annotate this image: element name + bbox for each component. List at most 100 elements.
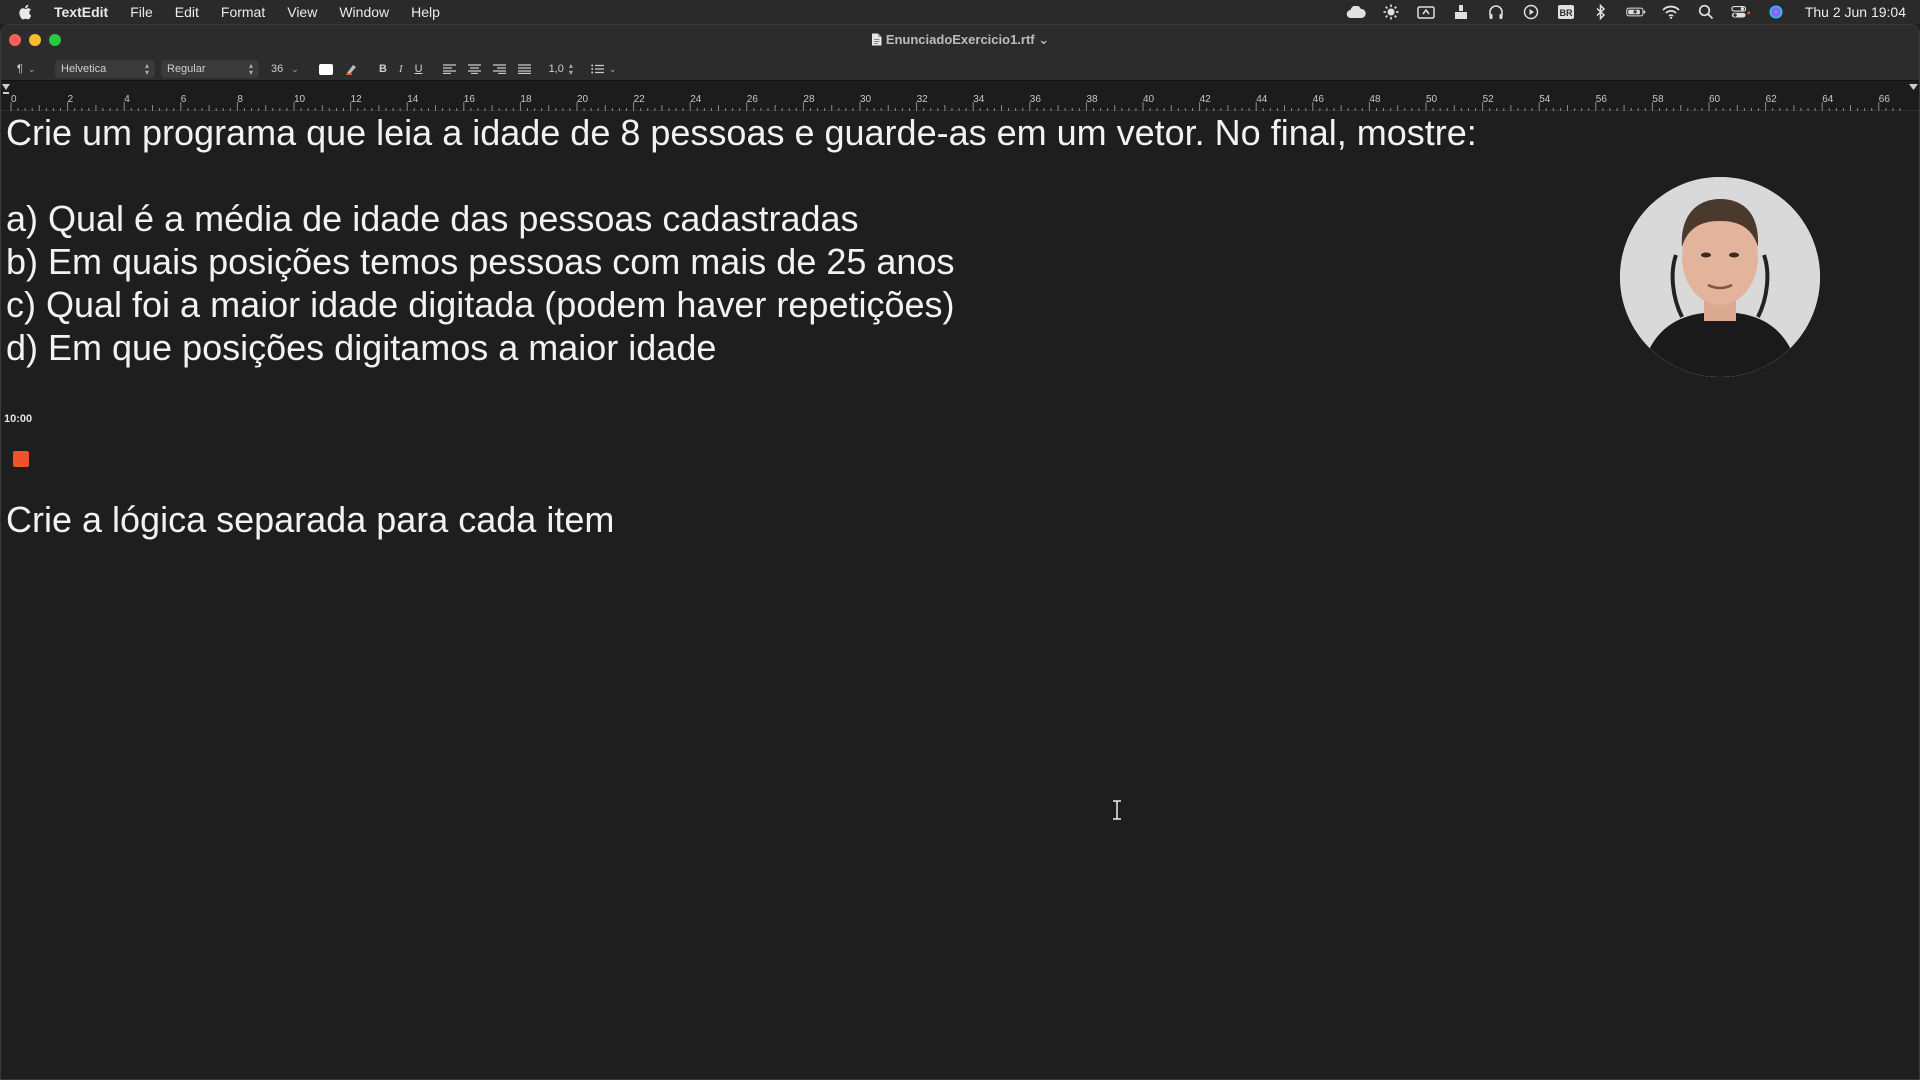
font-style-popup[interactable]: Regular ▴ ▾ (161, 60, 259, 78)
align-center-button[interactable] (462, 60, 487, 78)
chevron-down-icon: ⌄ (608, 63, 617, 74)
headphones-icon[interactable] (1486, 4, 1506, 20)
play-icon[interactable] (1521, 4, 1541, 20)
ruler-label: 26 (747, 94, 759, 105)
ruler-label: 24 (690, 94, 702, 105)
search-icon[interactable] (1696, 4, 1716, 20)
webcam-overlay (1620, 177, 1820, 377)
screen-share-icon[interactable] (1416, 4, 1436, 20)
text-color-swatch (319, 63, 333, 75)
align-right-button[interactable] (487, 60, 512, 78)
siri-icon[interactable] (1766, 4, 1786, 20)
bold-button[interactable]: B (373, 60, 393, 78)
textedit-window: EnunciadoExercicio1.rtf ⌄ ¶ ⌄ Helvetica … (0, 24, 1920, 1080)
statement-line: Crie um programa que leia a idade de 8 p… (6, 112, 1477, 153)
document-area[interactable]: Crie um programa que leia a idade de 8 p… (1, 112, 1919, 1079)
highlighter-icon (346, 65, 356, 75)
first-line-indent-marker-icon[interactable] (3, 92, 9, 94)
ruler-label: 48 (1369, 94, 1381, 105)
paragraph-style-label: ¶ (17, 63, 23, 75)
list-icon (591, 64, 604, 74)
ruler-label: 56 (1596, 94, 1608, 105)
menu-file[interactable]: File (119, 0, 164, 24)
ruler-label: 54 (1539, 94, 1551, 105)
ruler-label: 42 (1200, 94, 1212, 105)
ruler-label: 22 (634, 94, 646, 105)
ruler-label: 4 (124, 94, 130, 105)
ruler-label: 44 (1256, 94, 1268, 105)
justify-button[interactable] (512, 60, 537, 78)
ruler-label: 16 (464, 94, 476, 105)
text-cursor-icon (1111, 800, 1123, 825)
ruler-label: 6 (181, 94, 187, 105)
window-title[interactable]: EnunciadoExercicio1.rtf ⌄ (1, 32, 1919, 49)
align-left-icon (442, 64, 456, 74)
battery-icon[interactable] (1626, 4, 1646, 20)
ruler-label: 40 (1143, 94, 1155, 105)
ruler-label: 28 (803, 94, 815, 105)
align-center-icon (467, 64, 481, 74)
right-indent-marker-icon[interactable] (1909, 84, 1918, 90)
menu-format[interactable]: Format (210, 0, 276, 24)
ruler-label: 38 (1086, 94, 1098, 105)
timer-label: 10:00 (4, 413, 33, 425)
title-chevron-icon: ⌄ (1038, 32, 1050, 47)
keyboard-input-icon[interactable]: BR (1556, 4, 1576, 20)
apple-menu-icon[interactable] (0, 4, 50, 20)
menu-window[interactable]: Window (328, 0, 400, 24)
ruler-label: 60 (1709, 94, 1721, 105)
ruler-label: 18 (520, 94, 532, 105)
font-size-value: 36 (271, 63, 284, 75)
menu-help[interactable]: Help (400, 0, 451, 24)
updown-icon: ▴ ▾ (144, 61, 149, 77)
menu-edit[interactable]: Edit (164, 0, 210, 24)
ruler-label: 50 (1426, 94, 1438, 105)
updown-icon: ▴ ▾ (568, 61, 573, 77)
font-family-value: Helvetica (61, 63, 107, 75)
text-color-well[interactable] (313, 60, 339, 78)
line-spacing-popup[interactable]: 1,0 ▴ ▾ (543, 60, 579, 78)
ruler-label: 34 (973, 94, 985, 105)
wifi-icon[interactable] (1661, 4, 1681, 20)
left-indent-marker-icon[interactable] (2, 84, 10, 90)
upload-icon[interactable] (1451, 4, 1471, 20)
align-right-icon (492, 64, 506, 74)
ruler-label: 62 (1766, 94, 1778, 105)
ruler-label: 14 (407, 94, 419, 105)
cloud-icon[interactable] (1346, 4, 1366, 20)
menu-view[interactable]: View (276, 0, 328, 24)
ruler-label: 46 (1313, 94, 1325, 105)
ruler-label: 66 (1879, 94, 1891, 105)
menubar-clock[interactable]: Thu 2 Jun 19:04 (1805, 4, 1906, 20)
bluetooth-icon[interactable] (1591, 4, 1611, 20)
title-bar: EnunciadoExercicio1.rtf ⌄ ¶ ⌄ Helvetica … (1, 25, 1919, 81)
window-title-text: EnunciadoExercicio1.rtf (885, 32, 1035, 47)
ruler-label: 52 (1483, 94, 1495, 105)
align-left-button[interactable] (437, 60, 462, 78)
font-size-combo[interactable]: 36 ⌄ (265, 60, 307, 78)
menu-bar: TextEdit File Edit Format View Window He… (0, 0, 1920, 24)
ruler-label: 0 (11, 94, 17, 105)
highlight-color-button[interactable] (339, 60, 365, 78)
ruler-label: 58 (1652, 94, 1664, 105)
list-bullets-popup[interactable]: ⌄ (585, 60, 623, 78)
brightness-icon[interactable] (1381, 4, 1401, 20)
ruler-label: 2 (68, 94, 74, 105)
paragraph-style-popup[interactable]: ¶ ⌄ (11, 60, 51, 78)
ruler-scale: 0 2 4 6 8 10 12 14 16 18 20 22 24 26 28 30 32 34 36 38 40 42 4… (2, 84, 1918, 111)
format-toolbar: ¶ ⌄ Helvetica ▴ ▾ Regular ▴ ▾ 36 ⌄ B I U… (11, 58, 1909, 80)
control-center-icon[interactable] (1731, 4, 1751, 20)
underline-button[interactable]: U (409, 60, 429, 78)
font-family-popup[interactable]: Helvetica ▴ ▾ (55, 60, 155, 78)
ruler-label: 12 (351, 94, 363, 105)
item-a-line: a) Qual é a média de idade das pessoas c… (6, 198, 859, 239)
ruler-label: 8 (237, 94, 243, 105)
ruler-label: 32 (917, 94, 929, 105)
chevron-down-icon: ⌄ (291, 63, 299, 74)
ruler[interactable]: 0 2 4 6 8 10 12 14 16 18 20 22 24 26 28 30 32 34 36 38 40 42 4… (1, 81, 1919, 111)
record-indicator (13, 451, 29, 467)
italic-button[interactable]: I (393, 60, 409, 78)
presenter-avatar (1620, 177, 1820, 377)
ruler-label: 36 (1030, 94, 1042, 105)
app-menu-textedit[interactable]: TextEdit (50, 0, 119, 24)
